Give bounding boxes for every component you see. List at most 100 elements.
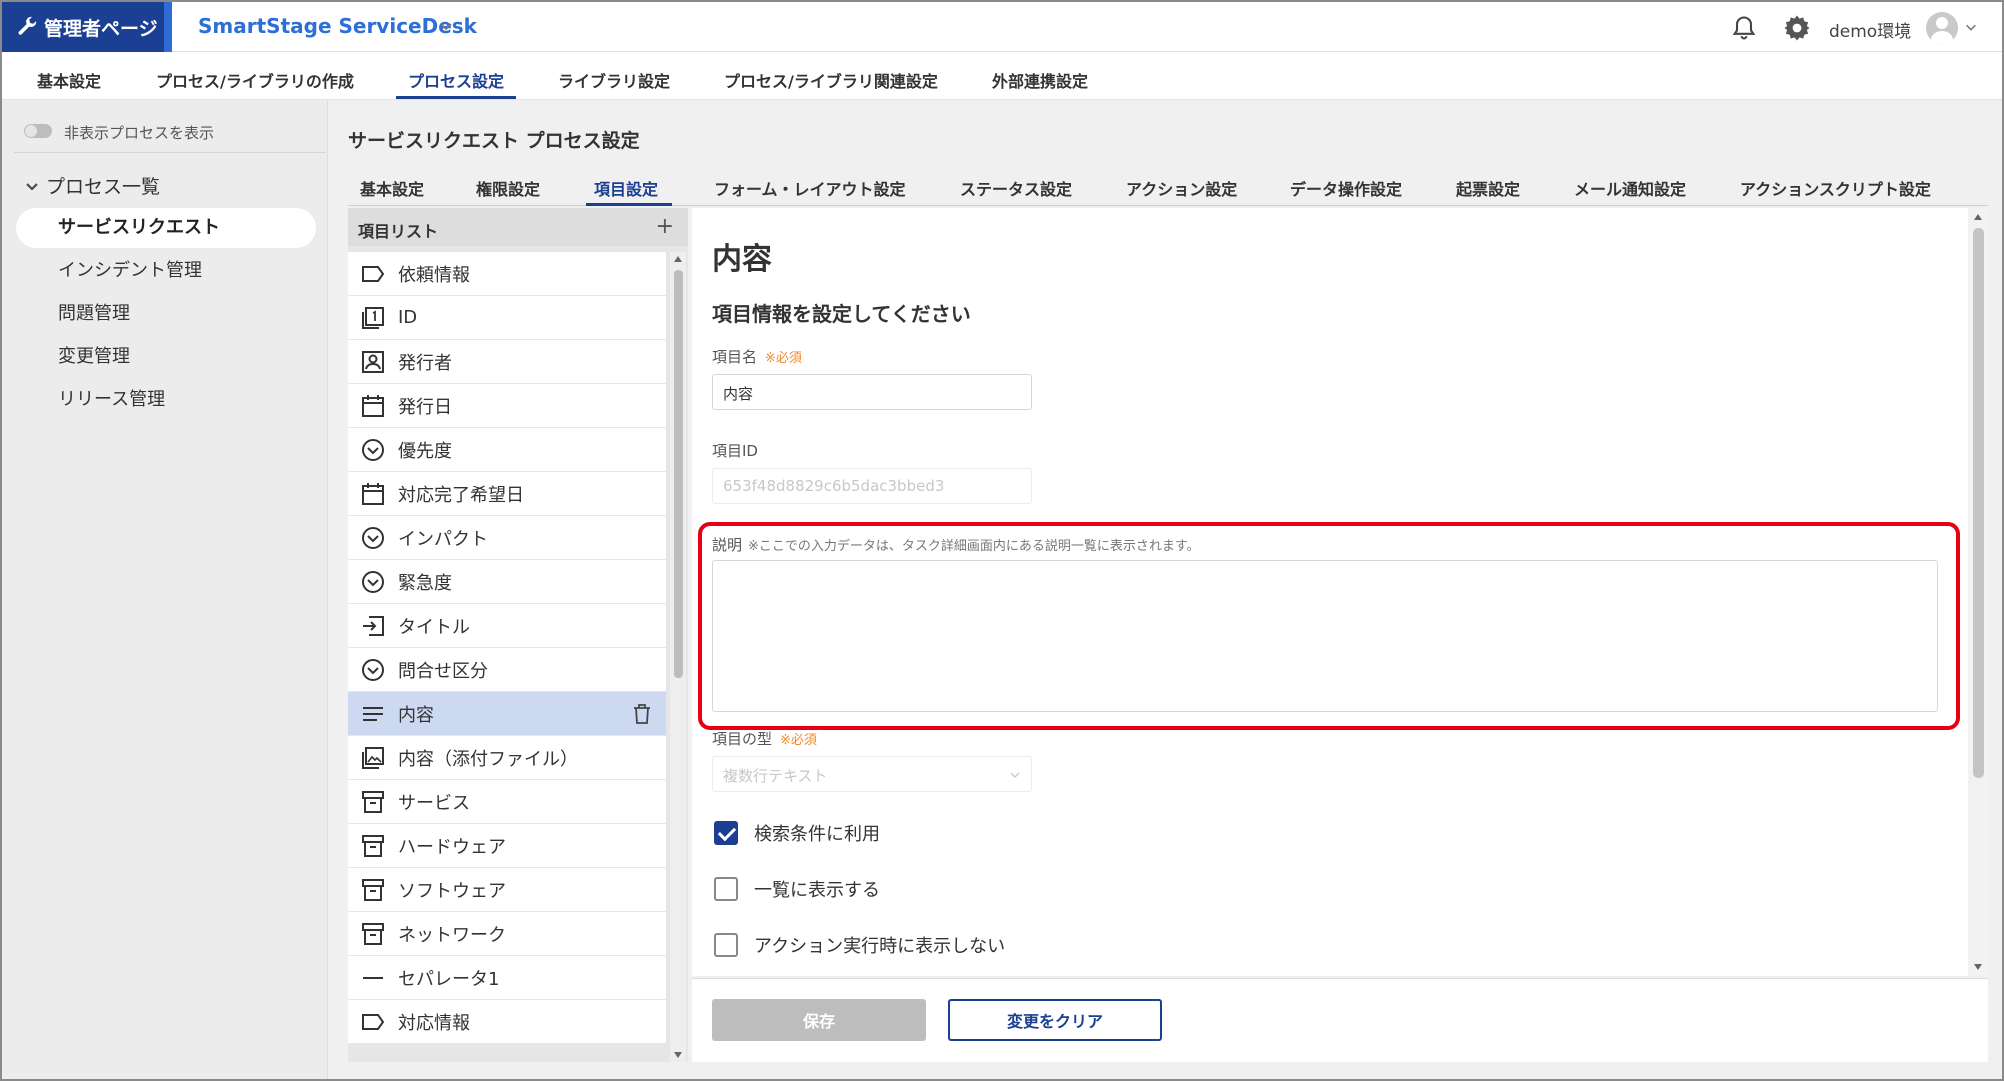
detail-scrollbar[interactable] [1968, 208, 1988, 976]
highlight-annotation [698, 522, 1960, 730]
dropdown-icon [362, 526, 384, 549]
use-in-search-checkbox[interactable]: 検索条件に利用 [714, 820, 880, 846]
tab-action-script[interactable]: アクションスクリプト設定 [1740, 176, 1931, 200]
detail-footer: 保存 変更をクリア [692, 978, 1988, 1062]
list-item[interactable]: 発行日 [348, 384, 666, 427]
bell-icon[interactable] [1730, 14, 1758, 42]
list-item[interactable]: 優先度 [348, 428, 666, 471]
tab-data-operation[interactable]: データ操作設定 [1290, 176, 1402, 200]
detail-subtitle: 項目情報を設定してください [712, 302, 971, 326]
list-item[interactable]: 依頼情報 [348, 252, 666, 295]
sidebar-item-incident[interactable]: インシデント管理 [16, 251, 316, 291]
list-item-label: 内容（添付ファイル） [398, 748, 578, 770]
scroll-down-icon[interactable] [674, 1052, 682, 1058]
nav-process-library-relations[interactable]: プロセス/ライブラリ関連設定 [724, 68, 938, 92]
list-item[interactable]: ハードウェア [348, 824, 666, 867]
list-item[interactable]: ネットワーク [348, 912, 666, 955]
item-name-label-text: 項目名 [712, 348, 758, 366]
admin-page-badge[interactable]: 管理者ページ [2, 2, 164, 52]
label-icon [362, 265, 385, 282]
scroll-down-icon[interactable] [1974, 964, 1982, 970]
nav-basic-settings[interactable]: 基本設定 [37, 68, 101, 92]
sidebar-item-service-request[interactable]: サービスリクエスト [16, 208, 316, 248]
list-item-label: 優先度 [398, 440, 452, 462]
list-item[interactable]: 対応完了希望日 [348, 472, 666, 515]
app-window: 管理者ページ SmartStage ServiceDesk demo環境 基本設… [0, 0, 2004, 1081]
item-type-value: 複数行テキスト [723, 767, 828, 785]
sidebar-item-release[interactable]: リリース管理 [16, 380, 316, 420]
list-item[interactable]: 発行者 [348, 340, 666, 383]
list-item[interactable]: 内容 [348, 692, 666, 735]
avatar[interactable] [1926, 12, 1958, 44]
item-type-label: 項目の型 ※必須 [712, 728, 817, 749]
process-list-title: プロセス一覧 [46, 176, 161, 198]
tab-form-layout[interactable]: フォーム・レイアウト設定 [714, 176, 906, 200]
chevron-down-icon[interactable] [438, 18, 454, 34]
checkbox-box[interactable] [714, 933, 738, 957]
environment-name[interactable]: demo環境 [1829, 17, 1911, 42]
scroll-up-icon[interactable] [674, 256, 682, 262]
sidebar-item-problem[interactable]: 問題管理 [16, 294, 316, 334]
tab-mail-notification[interactable]: メール通知設定 [1574, 176, 1686, 200]
tab-active-underline [586, 203, 672, 206]
hide-on-action-checkbox[interactable]: アクション実行時に表示しない [714, 932, 1005, 958]
tab-basic[interactable]: 基本設定 [360, 176, 424, 200]
add-item-icon[interactable]: + [656, 214, 674, 239]
checkbox-label: 検索条件に利用 [754, 824, 880, 845]
nav-process-settings[interactable]: プロセス設定 [408, 68, 504, 92]
item-id-input: 653f48d8829c6b5dac3bbed3 [712, 468, 1032, 504]
tab-status[interactable]: ステータス設定 [960, 176, 1072, 200]
list-item-label: サービス [398, 792, 470, 814]
multiline-icon [363, 706, 383, 721]
item-name-input[interactable]: 内容 [712, 374, 1032, 410]
sidebar: 非表示プロセスを表示 プロセス一覧 サービスリクエスト インシデント管理 問題管… [2, 100, 328, 1079]
list-item[interactable]: ID [348, 296, 666, 339]
list-item-label: インパクト [398, 528, 488, 550]
gear-icon[interactable] [1782, 13, 1812, 43]
show-in-list-checkbox[interactable]: 一覧に表示する [714, 876, 880, 902]
chevron-down-icon[interactable] [1964, 20, 1978, 34]
nav-external-integration[interactable]: 外部連携設定 [992, 68, 1088, 92]
list-item[interactable]: 問合せ区分 [348, 648, 666, 691]
show-hidden-toggle[interactable] [24, 124, 52, 138]
show-hidden-toggle-label: 非表示プロセスを表示 [64, 124, 215, 142]
trash-icon[interactable] [632, 703, 652, 725]
scrollbar-thumb[interactable] [674, 270, 683, 678]
scrollbar-thumb[interactable] [1973, 228, 1984, 778]
save-button[interactable]: 保存 [712, 999, 926, 1041]
nav-create-process-library[interactable]: プロセス/ライブラリの作成 [156, 68, 354, 92]
app-name[interactable]: SmartStage ServiceDesk [198, 14, 477, 38]
required-mark: ※必須 [765, 351, 802, 366]
list-item[interactable]: サービス [348, 780, 666, 823]
list-item[interactable]: タイトル [348, 604, 666, 647]
nav-library-settings[interactable]: ライブラリ設定 [558, 68, 670, 92]
item-list-scrollbar[interactable] [670, 252, 686, 1062]
tab-permission[interactable]: 権限設定 [476, 176, 540, 200]
list-item[interactable]: 内容（添付ファイル） [348, 736, 666, 779]
process-list-header[interactable]: プロセス一覧 [24, 172, 160, 199]
dropdown-icon [362, 570, 384, 593]
checkbox-box[interactable] [714, 821, 738, 845]
image-icon [362, 746, 384, 769]
scroll-up-icon[interactable] [1974, 214, 1982, 220]
chevron-down-icon [26, 182, 38, 190]
list-item[interactable]: 緊急度 [348, 560, 666, 603]
tab-action[interactable]: アクション設定 [1126, 176, 1237, 200]
tab-ticket-creation[interactable]: 起票設定 [1456, 176, 1520, 200]
list-item[interactable]: ソフトウェア [348, 868, 666, 911]
sidebar-item-change[interactable]: 変更管理 [16, 337, 316, 377]
list-item[interactable]: セパレータ1 [348, 956, 666, 999]
item-type-select: 複数行テキスト [712, 756, 1032, 792]
list-item-label: 緊急度 [398, 572, 452, 594]
list-item-label: ID [398, 307, 418, 328]
list-item[interactable]: 対応情報 [348, 1000, 666, 1043]
tab-items[interactable]: 項目設定 [594, 176, 658, 200]
clear-changes-button[interactable]: 変更をクリア [948, 999, 1162, 1041]
checkbox-box[interactable] [714, 877, 738, 901]
list-item[interactable]: インパクト [348, 516, 666, 559]
detail-title: 内容 [712, 242, 772, 277]
brand-separator [164, 2, 172, 52]
top-bar: 管理者ページ SmartStage ServiceDesk demo環境 [2, 2, 2002, 52]
item-type-label-text: 項目の型 [712, 730, 773, 748]
chevron-down-icon [1010, 772, 1020, 779]
